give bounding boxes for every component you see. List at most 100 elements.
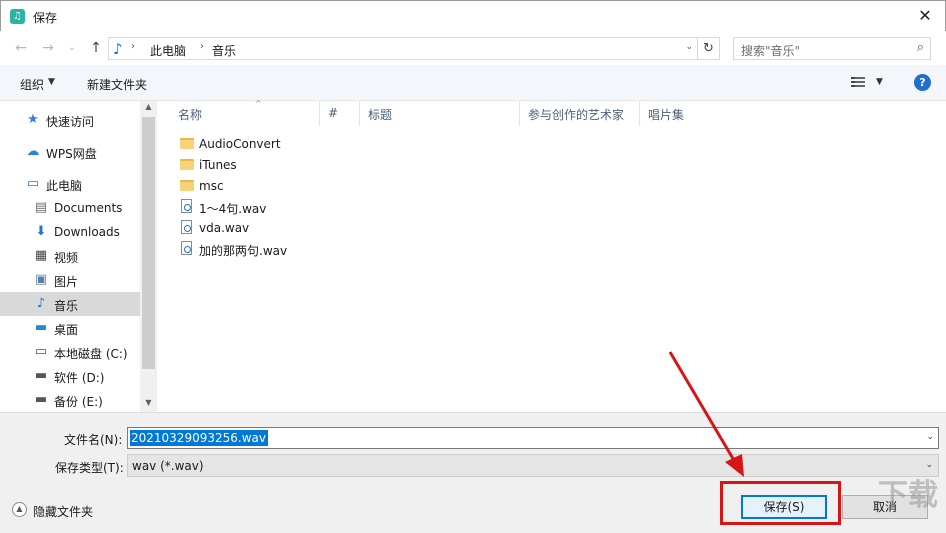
sidebar-item-label: 快速访问 <box>46 115 95 129</box>
sidebar-item-wps-cloud[interactable]: ☁ WPS网盘 <box>0 140 140 164</box>
chevron-down-icon[interactable]: ⌄ <box>685 42 693 52</box>
computer-icon: ▭ <box>26 176 40 191</box>
sidebar-item-label: 备份 (E:) <box>54 395 103 409</box>
breadcrumb-separator-icon: › <box>200 41 204 52</box>
sidebar-item-label: 本地磁盘 (C:) <box>54 347 128 361</box>
sidebar-item-label: 此电脑 <box>46 179 83 193</box>
sidebar-item-drive-d[interactable]: ▬ 软件 (D:) <box>0 364 140 388</box>
video-icon: ▦ <box>34 248 48 263</box>
hide-folders-label: 隐藏文件夹 <box>33 505 94 519</box>
file-name: 1～4句.wav <box>199 202 267 216</box>
refresh-icon[interactable]: ↻ <box>698 37 720 60</box>
column-header-album[interactable]: 唱片集 <box>640 101 760 126</box>
breadcrumb-music[interactable]: 音乐 <box>212 42 236 59</box>
help-icon[interactable]: ? <box>914 74 931 91</box>
navigation-bar: ← → ⌄ ↑ ♪ › 此电脑 › 音乐 ⌄ ↻ 搜索"音乐" ⌕ <box>0 31 946 65</box>
sidebar-item-label: Downloads <box>54 225 120 239</box>
sidebar-item-label: Documents <box>54 201 123 215</box>
filename-field[interactable]: 20210329093256.wav ⌄ <box>127 427 939 449</box>
save-form-panel: 文件名(N): 20210329093256.wav ⌄ 保存类型(T): wa… <box>0 412 946 533</box>
sidebar-item-label: 音乐 <box>54 299 79 313</box>
scroll-up-icon[interactable]: ▲ <box>140 102 157 111</box>
scrollbar-thumb[interactable] <box>142 117 155 369</box>
breadcrumb-separator-icon: › <box>131 41 135 52</box>
search-input[interactable]: 搜索"音乐" ⌕ <box>733 37 931 60</box>
view-options-icon[interactable] <box>851 75 865 88</box>
sidebar-item-quick-access[interactable]: ★ 快速访问 <box>0 108 140 132</box>
picture-icon: ▣ <box>34 272 48 287</box>
address-bar[interactable]: ♪ › 此电脑 › 音乐 ⌄ <box>108 37 698 60</box>
recent-locations-chevron-icon[interactable]: ⌄ <box>62 38 82 58</box>
file-name: iTunes <box>199 158 237 172</box>
file-name: msc <box>199 179 224 193</box>
search-icon[interactable]: ⌕ <box>917 40 924 55</box>
breadcrumb-this-pc[interactable]: 此电脑 <box>150 42 186 59</box>
title-bar: ♫ 保存 ✕ <box>0 0 946 31</box>
sidebar-item-pictures[interactable]: ▣ 图片 <box>0 268 140 292</box>
folder-icon <box>180 180 194 191</box>
up-arrow-icon[interactable]: ↑ <box>86 38 106 58</box>
back-arrow-icon[interactable]: ← <box>11 38 31 58</box>
file-type-select[interactable]: wav (*.wav) ⌄ <box>127 454 939 477</box>
organize-button[interactable]: 组织 <box>20 76 44 93</box>
sort-ascending-icon: ^ <box>255 99 262 108</box>
folder-icon <box>180 159 194 170</box>
column-header-number[interactable]: # <box>320 101 360 126</box>
star-icon: ★ <box>27 112 39 127</box>
sidebar-item-music[interactable]: ♪ 音乐 <box>0 292 140 316</box>
file-type-label: 保存类型(T): <box>55 461 124 475</box>
window-title: 保存 <box>33 11 58 25</box>
column-header-artist[interactable]: 参与创作的艺术家 <box>520 101 640 126</box>
chevron-down-icon[interactable]: ▼ <box>876 77 883 87</box>
chevron-down-icon[interactable]: ⌄ <box>926 432 934 442</box>
drive-icon: ▬ <box>34 368 48 383</box>
navigation-pane: ★ 快速访问 ☁ WPS网盘 ▭ 此电脑 ▤ Documents ⬇ Downl… <box>0 101 157 412</box>
file-type-value: wav (*.wav) <box>132 459 204 473</box>
sidebar-item-label: WPS网盘 <box>46 147 97 161</box>
sidebar-item-videos[interactable]: ▦ 视频 <box>0 244 140 268</box>
sidebar-item-label: 图片 <box>54 275 79 289</box>
sidebar-item-documents[interactable]: ▤ Documents <box>0 196 140 220</box>
sidebar-item-desktop[interactable]: ▬ 桌面 <box>0 316 140 340</box>
sidebar-item-this-pc[interactable]: ▭ 此电脑 <box>0 172 140 196</box>
list-item[interactable]: 加的那两句.wav <box>177 238 477 259</box>
sidebar-item-drive-e[interactable]: ▬ 备份 (E:) <box>0 388 140 412</box>
filename-label: 文件名(N): <box>64 433 123 447</box>
music-note-icon: ♪ <box>36 296 46 311</box>
scroll-down-icon[interactable]: ▼ <box>140 398 157 407</box>
column-header-title[interactable]: 标题 <box>360 101 520 126</box>
audio-file-icon <box>181 199 192 213</box>
list-item[interactable]: msc <box>177 175 477 196</box>
new-folder-button[interactable]: 新建文件夹 <box>87 76 147 93</box>
document-icon: ▤ <box>34 200 48 215</box>
save-button[interactable]: 保存(S) <box>741 495 827 519</box>
cloud-icon: ☁ <box>26 144 40 159</box>
music-folder-icon: ♪ <box>113 40 123 58</box>
file-name: AudioConvert <box>199 137 281 151</box>
forward-arrow-icon[interactable]: → <box>38 38 58 58</box>
list-item[interactable]: vda.wav <box>177 217 477 238</box>
file-list: 名称 ^ # 标题 参与创作的艺术家 唱片集 AudioConvert iTun… <box>157 99 946 412</box>
sidebar-item-downloads[interactable]: ⬇ Downloads <box>0 220 140 244</box>
list-item[interactable]: 1～4句.wav <box>177 196 477 217</box>
chevron-down-icon[interactable]: ⌄ <box>925 460 933 470</box>
sidebar-item-label: 桌面 <box>54 323 79 337</box>
close-button[interactable]: ✕ <box>909 3 941 29</box>
file-name: 加的那两句.wav <box>199 244 288 258</box>
list-item[interactable]: iTunes <box>177 154 477 175</box>
column-header-name[interactable]: 名称 ^ <box>170 99 320 126</box>
audio-file-icon <box>181 241 192 255</box>
sidebar-item-drive-c[interactable]: ▭ 本地磁盘 (C:) <box>0 340 140 364</box>
command-toolbar: 组织 ▼ 新建文件夹 ▼ ? <box>0 65 946 101</box>
file-name: vda.wav <box>199 221 250 235</box>
sidebar-scrollbar[interactable]: ▲ ▼ <box>140 101 157 412</box>
search-placeholder: 搜索"音乐" <box>741 44 801 58</box>
chevron-down-icon[interactable]: ▼ <box>48 77 55 87</box>
list-item[interactable]: AudioConvert <box>177 133 477 154</box>
chevron-up-circle-icon: ▲ <box>12 502 27 517</box>
download-icon: ⬇ <box>35 224 47 239</box>
audio-file-icon <box>181 220 192 234</box>
music-note-icon: ♫ <box>10 9 25 24</box>
sidebar-item-label: 视频 <box>54 251 79 265</box>
sidebar-item-label: 软件 (D:) <box>54 371 105 385</box>
